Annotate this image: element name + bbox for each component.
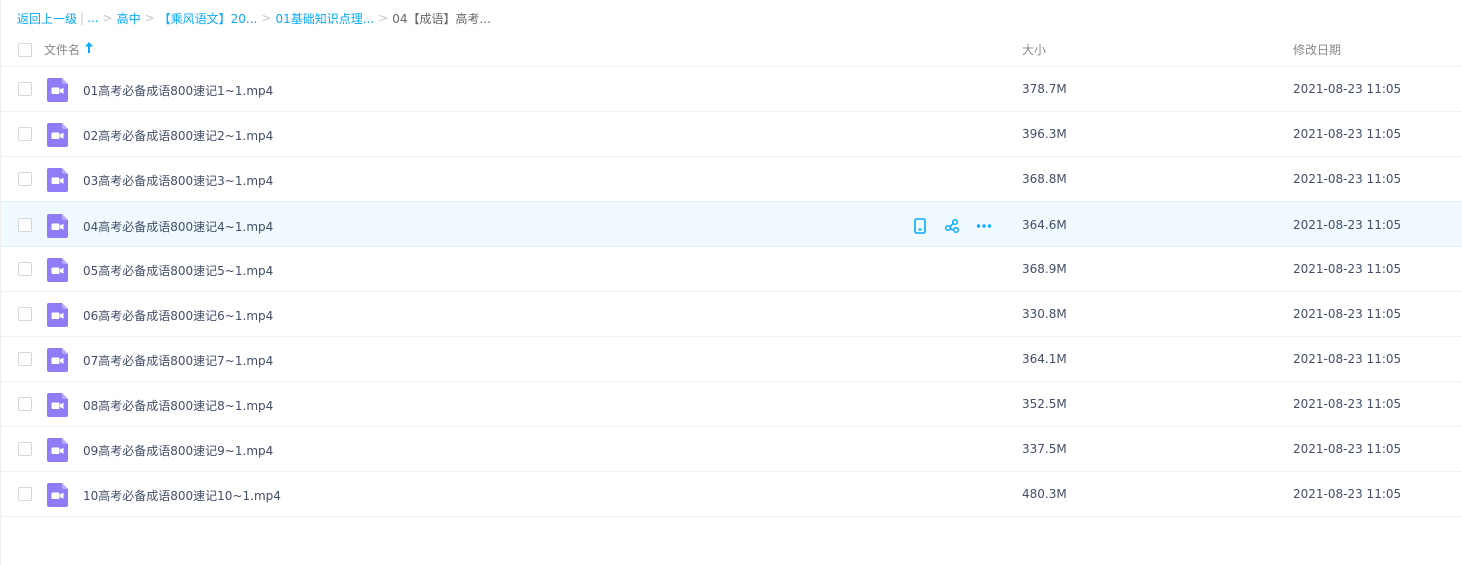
sort-ascending-icon[interactable]: [85, 42, 93, 53]
file-row-7[interactable]: 07高考必备成语800速记7~1.mp4 364.1M 2021-08-23 1…: [1, 337, 1462, 382]
breadcrumb-chevron-icon: >: [378, 11, 389, 25]
video-file-icon: [47, 258, 68, 282]
share-icon[interactable]: [943, 217, 961, 235]
file-modified-date: 2021-08-23 11:05: [1293, 127, 1402, 141]
file-modified-date: 2021-08-23 11:05: [1293, 352, 1402, 366]
file-row-5[interactable]: 05高考必备成语800速记5~1.mp4 368.9M 2021-08-23 1…: [1, 247, 1462, 292]
file-row-10[interactable]: 10高考必备成语800速记10~1.mp4 480.3M 2021-08-23 …: [1, 472, 1462, 517]
file-size: 368.9M: [1022, 262, 1067, 276]
row-checkbox[interactable]: [18, 127, 32, 141]
file-name[interactable]: 04高考必备成语800速记4~1.mp4: [83, 218, 273, 235]
file-modified-date: 2021-08-23 11:05: [1293, 172, 1402, 186]
file-row-2[interactable]: 02高考必备成语800速记2~1.mp4 396.3M 2021-08-23 1…: [1, 112, 1462, 157]
file-name[interactable]: 02高考必备成语800速记2~1.mp4: [83, 127, 273, 144]
select-all-checkbox[interactable]: [18, 43, 32, 57]
video-file-icon: [47, 168, 68, 192]
file-row-8[interactable]: 08高考必备成语800速记8~1.mp4 352.5M 2021-08-23 1…: [1, 382, 1462, 427]
breadcrumb-chevron-icon: >: [261, 11, 272, 25]
file-modified-date: 2021-08-23 11:05: [1293, 307, 1402, 321]
file-row-4[interactable]: 04高考必备成语800速记4~1.mp4 364.6M 2021-08-23 1…: [1, 201, 1462, 247]
row-checkbox[interactable]: [18, 218, 32, 232]
row-checkbox[interactable]: [18, 307, 32, 321]
file-size: 368.8M: [1022, 172, 1067, 186]
file-name[interactable]: 07高考必备成语800速记7~1.mp4: [83, 352, 273, 369]
file-row-1[interactable]: 01高考必备成语800速记1~1.mp4 378.7M 2021-08-23 1…: [1, 67, 1462, 112]
file-name[interactable]: 03高考必备成语800速记3~1.mp4: [83, 172, 273, 189]
breadcrumb-item-3[interactable]: 01基础知识点理...: [275, 10, 374, 27]
file-name[interactable]: 08高考必备成语800速记8~1.mp4: [83, 397, 273, 414]
file-modified-date: 2021-08-23 11:05: [1293, 397, 1402, 411]
breadcrumb-current: 04【成语】高考...: [392, 11, 491, 26]
column-header-name[interactable]: 文件名: [44, 41, 80, 58]
breadcrumb: 返回上一级 | ... > 高中 > 【乘风语文】20... > 01基础知识点…: [17, 10, 491, 26]
file-name[interactable]: 10高考必备成语800速记10~1.mp4: [83, 487, 281, 504]
file-size: 364.1M: [1022, 352, 1067, 366]
file-name[interactable]: 06高考必备成语800速记6~1.mp4: [83, 307, 273, 324]
phone-icon[interactable]: [911, 217, 929, 235]
row-checkbox[interactable]: [18, 262, 32, 276]
file-row-6[interactable]: 06高考必备成语800速记6~1.mp4 330.8M 2021-08-23 1…: [1, 292, 1462, 337]
file-modified-date: 2021-08-23 11:05: [1293, 218, 1402, 232]
column-header-size[interactable]: 大小: [1022, 41, 1046, 58]
file-modified-date: 2021-08-23 11:05: [1293, 487, 1402, 501]
file-size: 352.5M: [1022, 397, 1067, 411]
breadcrumb-chevron-icon: >: [144, 11, 155, 25]
file-row-9[interactable]: 09高考必备成语800速记9~1.mp4 337.5M 2021-08-23 1…: [1, 427, 1462, 472]
row-checkbox[interactable]: [18, 397, 32, 411]
row-checkbox[interactable]: [18, 487, 32, 501]
video-file-icon: [47, 123, 68, 147]
file-size: 396.3M: [1022, 127, 1067, 141]
file-rows: 01高考必备成语800速记1~1.mp4 378.7M 2021-08-23 1…: [1, 67, 1462, 517]
breadcrumb-item-1[interactable]: 高中: [117, 10, 141, 27]
row-checkbox[interactable]: [18, 82, 32, 96]
file-size: 480.3M: [1022, 487, 1067, 501]
breadcrumb-chevron-icon: >: [102, 11, 113, 25]
video-file-icon: [47, 214, 68, 238]
more-icon[interactable]: [975, 217, 993, 235]
video-file-icon: [47, 348, 68, 372]
column-header-date[interactable]: 修改日期: [1293, 41, 1341, 58]
file-size: 337.5M: [1022, 442, 1067, 456]
file-size: 330.8M: [1022, 307, 1067, 321]
list-header: 文件名 大小 修改日期: [1, 33, 1462, 67]
breadcrumb-item-2[interactable]: 【乘风语文】20...: [159, 10, 258, 27]
file-name[interactable]: 01高考必备成语800速记1~1.mp4: [83, 82, 273, 99]
row-actions: [911, 217, 993, 235]
breadcrumb-divider: |: [80, 11, 85, 25]
row-checkbox[interactable]: [18, 352, 32, 366]
video-file-icon: [47, 393, 68, 417]
file-row-3[interactable]: 03高考必备成语800速记3~1.mp4 368.8M 2021-08-23 1…: [1, 157, 1462, 202]
row-checkbox[interactable]: [18, 442, 32, 456]
video-file-icon: [47, 78, 68, 102]
file-name[interactable]: 09高考必备成语800速记9~1.mp4: [83, 442, 273, 459]
file-name[interactable]: 05高考必备成语800速记5~1.mp4: [83, 262, 273, 279]
file-modified-date: 2021-08-23 11:05: [1293, 442, 1402, 456]
breadcrumb-ellipsis-link[interactable]: ...: [87, 11, 98, 25]
file-modified-date: 2021-08-23 11:05: [1293, 262, 1402, 276]
row-checkbox[interactable]: [18, 172, 32, 186]
file-modified-date: 2021-08-23 11:05: [1293, 82, 1402, 96]
file-list-panel: 返回上一级 | ... > 高中 > 【乘风语文】20... > 01基础知识点…: [0, 0, 1462, 565]
breadcrumb-back-link[interactable]: 返回上一级: [17, 10, 77, 27]
file-size: 378.7M: [1022, 82, 1067, 96]
file-size: 364.6M: [1022, 218, 1067, 232]
video-file-icon: [47, 438, 68, 462]
video-file-icon: [47, 483, 68, 507]
video-file-icon: [47, 303, 68, 327]
